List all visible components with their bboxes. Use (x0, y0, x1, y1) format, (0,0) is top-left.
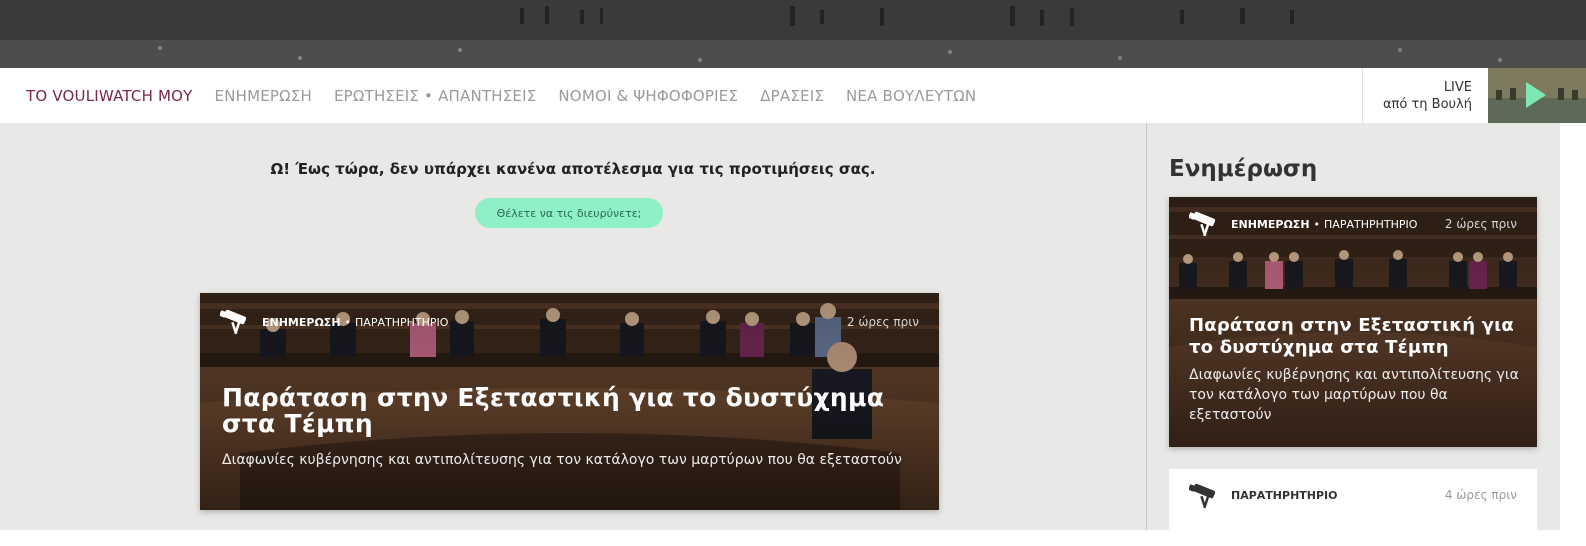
sidebar-title: Ενημέρωση (1169, 156, 1318, 182)
telescope-icon (1189, 483, 1216, 509)
featured-article-category[interactable]: ΕΝΗΜΕΡΩΣΗ (262, 316, 341, 329)
sidebar-article-card[interactable]: ΕΝΗΜΕΡΩΣΗ • ΠΑΡΑΤΗΡΗΤΗΡΙΟ 2 ώρες πριν Πα… (1169, 197, 1537, 447)
featured-article-meta: ΕΝΗΜΕΡΩΣΗ • ΠΑΡΑΤΗΡΗΤΗΡΙΟ 2 ώρες πριν (220, 309, 919, 335)
play-icon (1526, 82, 1546, 108)
sidebar-article-time: 2 ώρες πριν (1444, 217, 1517, 231)
live-thumbnail[interactable] (1488, 68, 1586, 123)
featured-article-subcategory[interactable]: ΠΑΡΑΤΗΡΗΤΗΡΙΟ (355, 316, 448, 329)
telescope-icon (1189, 211, 1216, 237)
hero-image (0, 0, 1586, 68)
nav-item-mp-news[interactable]: ΝΕΑ ΒΟΥΛΕΥΤΩΝ (846, 87, 976, 105)
hero-banner (0, 0, 1586, 68)
live-text: LIVE από τη Βουλή (1363, 79, 1488, 113)
page: ΤΟ VOULIWATCH ΜΟΥ ΕΝΗΜΕΡΩΣΗ ΕΡΩΤΗΣΕΙΣ • … (0, 0, 1586, 546)
nav-items: ΤΟ VOULIWATCH ΜΟΥ ΕΝΗΜΕΡΩΣΗ ΕΡΩΤΗΣΕΙΣ • … (0, 68, 998, 123)
sidebar-article-subcategory[interactable]: ΠΑΡΑΤΗΡΗΤΗΡΙΟ (1324, 218, 1417, 231)
sidebar-article-category[interactable]: ΕΝΗΜΕΡΩΣΗ (1231, 218, 1310, 231)
sidebar-news: Ενημέρωση ΕΝΗΜΕΡΩΣΗ • ΠΑΡΑΤΗΡΗΤΗΡΙΟ 2 ώρ… (1146, 123, 1560, 533)
meta-separator: • (344, 315, 352, 329)
live-parliament-link[interactable]: LIVE από τη Βουλή (1361, 68, 1586, 123)
live-sublabel: από τη Βουλή (1382, 96, 1472, 112)
featured-article-time: 2 ώρες πριν (846, 315, 919, 329)
empty-results-message: Ω! Έως τώρα, δεν υπάρχει κανένα αποτέλεσ… (270, 160, 876, 178)
small-card-time: 4 ώρες πριν (1444, 488, 1517, 502)
sidebar-small-card[interactable]: ΠΑΡΑΤΗΡΗΤΗΡΙΟ 4 ώρες πριν (1169, 469, 1537, 533)
bottom-strip (0, 530, 1586, 546)
featured-article-title[interactable]: Παράταση στην Εξεταστική για το δυστύχημ… (222, 385, 922, 437)
nav-item-my-vouliwatch[interactable]: ΤΟ VOULIWATCH ΜΟΥ (26, 87, 193, 105)
sidebar-article-meta: ΕΝΗΜΕΡΩΣΗ • ΠΑΡΑΤΗΡΗΤΗΡΙΟ 2 ώρες πριν (1189, 211, 1517, 237)
nav-item-laws-votes[interactable]: ΝΟΜΟΙ & ΨΗΦΟΦΟΡΙΕΣ (558, 87, 738, 105)
small-card-category[interactable]: ΠΑΡΑΤΗΡΗΤΗΡΙΟ (1231, 489, 1338, 502)
sidebar-article-title[interactable]: Παράταση στην Εξεταστική για το δυστύχημ… (1189, 315, 1529, 359)
featured-article-description: Διαφωνίες κυβέρνησης και αντιπολίτευσης … (222, 452, 902, 468)
nav-item-actions[interactable]: ΔΡΑΣΕΙΣ (760, 87, 824, 105)
sidebar-article-description: Διαφωνίες κυβέρνησης και αντιπολίτευσης … (1189, 367, 1519, 423)
nav-item-questions-answers[interactable]: ΕΡΩΤΗΣΕΙΣ • ΑΠΑΝΤΗΣΕΙΣ (334, 87, 536, 105)
expand-preferences-button[interactable]: Θέλετε να τις διευρύνετε; (475, 198, 663, 228)
featured-article-card[interactable]: ΕΝΗΜΕΡΩΣΗ • ΠΑΡΑΤΗΡΗΤΗΡΙΟ 2 ώρες πριν Πα… (200, 293, 939, 510)
nav-item-news[interactable]: ΕΝΗΜΕΡΩΣΗ (215, 87, 312, 105)
live-label: LIVE (1443, 79, 1472, 95)
telescope-icon (220, 309, 247, 335)
main-content: Ω! Έως τώρα, δεν υπάρχει κανένα αποτέλεσ… (0, 123, 1146, 530)
main-nav: ΤΟ VOULIWATCH ΜΟΥ ΕΝΗΜΕΡΩΣΗ ΕΡΩΤΗΣΕΙΣ • … (0, 68, 1586, 123)
meta-separator: • (1313, 217, 1321, 231)
